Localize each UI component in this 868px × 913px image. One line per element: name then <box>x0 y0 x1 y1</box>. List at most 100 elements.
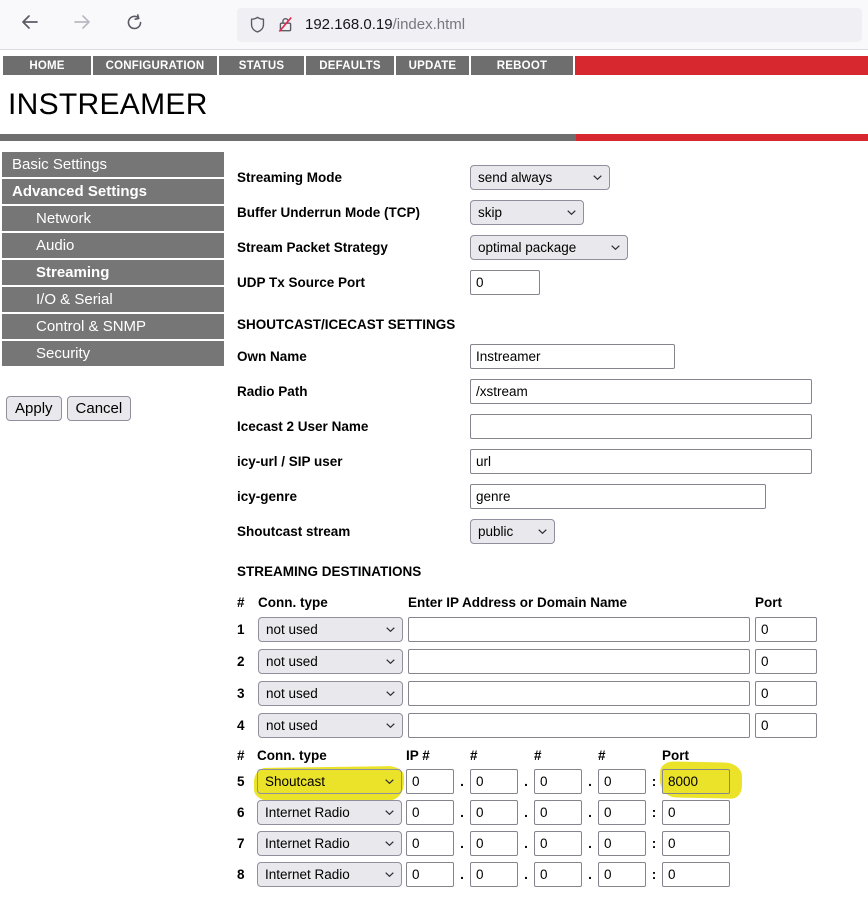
cancel-button[interactable]: Cancel <box>67 396 132 421</box>
highlighted-conn-type: Shoutcast <box>257 769 402 794</box>
shoutcast-stream-select[interactable]: public <box>470 519 555 544</box>
dest-row-number: 3 <box>237 686 253 701</box>
dest-row-number: 6 <box>237 805 253 820</box>
icy-genre-input[interactable] <box>470 484 766 509</box>
dest7-ip-octet2-input[interactable] <box>470 831 518 856</box>
nav-tab-configuration[interactable]: CONFIGURATION <box>93 56 217 75</box>
port-colon-separator: : <box>650 836 658 851</box>
sidebar-item-advanced-settings[interactable]: Advanced Settings <box>2 179 224 204</box>
dest5-conn-type-select[interactable]: Shoutcast <box>257 769 402 794</box>
streaming-mode-select[interactable]: send always <box>470 165 610 190</box>
sidebar-item-security[interactable]: Security <box>2 341 224 366</box>
nav-tab-update[interactable]: UPDATE <box>396 56 469 75</box>
dest1-address-input[interactable] <box>408 617 750 642</box>
dest7-ip-octet3-input[interactable] <box>534 831 582 856</box>
form-row-streaming-mode: Streaming Mode send always <box>237 165 868 190</box>
col-header-ip4: # <box>598 748 646 763</box>
dest5-port-input[interactable] <box>662 769 730 794</box>
shield-icon[interactable] <box>249 16 266 33</box>
dest6-ip-octet3-input[interactable] <box>534 800 582 825</box>
udp-tx-port-input[interactable] <box>470 270 540 295</box>
icecast-user-input[interactable] <box>470 414 812 439</box>
streaming-destinations-heading: STREAMING DESTINATIONS <box>237 564 868 579</box>
url-bar[interactable]: 192.168.0.19/index.html <box>237 8 862 42</box>
dest7-ip-octet4-input[interactable] <box>598 831 646 856</box>
dest5-ip-octet2-input[interactable] <box>470 769 518 794</box>
packet-strategy-label: Stream Packet Strategy <box>237 240 470 255</box>
radio-path-label: Radio Path <box>237 384 470 399</box>
dest6-conn-type-select[interactable]: Internet Radio <box>257 800 402 825</box>
dest2-address-input[interactable] <box>408 649 750 674</box>
dest6-ip-octet2-input[interactable] <box>470 800 518 825</box>
back-button[interactable] <box>16 11 44 39</box>
dest2-conn-type-select[interactable]: not used <box>258 649 403 674</box>
url-host: 192.168.0.19 <box>305 16 393 33</box>
ip-dot-separator: . <box>458 836 466 851</box>
sidebar: Basic Settings Advanced Settings Network… <box>2 152 224 887</box>
insecure-lock-icon[interactable] <box>277 16 294 33</box>
dest6-ip-octet4-input[interactable] <box>598 800 646 825</box>
nav-tab-reboot[interactable]: REBOOT <box>471 56 573 75</box>
apply-button[interactable]: Apply <box>6 396 62 421</box>
sidebar-item-network[interactable]: Network <box>2 206 224 231</box>
ip-dot-separator: . <box>522 774 530 789</box>
nav-tab-home[interactable]: HOME <box>3 56 91 75</box>
icecast-user-label: Icecast 2 User Name <box>237 419 470 434</box>
sidebar-item-basic-settings[interactable]: Basic Settings <box>2 152 224 177</box>
divider-red-segment <box>576 134 868 141</box>
nav-tab-defaults[interactable]: DEFAULTS <box>306 56 394 75</box>
packet-strategy-select[interactable]: optimal package <box>470 235 628 260</box>
sidebar-item-streaming[interactable]: Streaming <box>2 260 224 285</box>
dest4-address-input[interactable] <box>408 713 750 738</box>
port-colon-separator: : <box>650 805 658 820</box>
dest7-port-input[interactable] <box>662 831 730 856</box>
navbar-red-filler <box>575 56 868 75</box>
main-form: Streaming Mode send always Buffer Underr… <box>237 152 868 887</box>
dest5-ip-octet1-input[interactable] <box>406 769 454 794</box>
dest8-ip-octet1-input[interactable] <box>406 862 454 887</box>
dest-row-number: 1 <box>237 622 253 637</box>
dest5-ip-octet4-input[interactable] <box>598 769 646 794</box>
icy-url-input[interactable] <box>470 449 812 474</box>
sidebar-item-io-serial[interactable]: I/O & Serial <box>2 287 224 312</box>
form-row-own-name: Own Name <box>237 344 868 369</box>
dest8-ip-octet2-input[interactable] <box>470 862 518 887</box>
ip-dot-separator: . <box>586 805 594 820</box>
col-header-conn-type: Conn. type <box>258 595 403 610</box>
dest6-port-input[interactable] <box>662 800 730 825</box>
dest4-port-input[interactable] <box>755 713 817 738</box>
dest3-conn-type-select[interactable]: not used <box>258 681 403 706</box>
dest3-port-input[interactable] <box>755 681 817 706</box>
ip-dot-separator: . <box>586 836 594 851</box>
ip-dot-separator: . <box>522 805 530 820</box>
destinations-table-ip: # Conn. type IP # # # # Port 5 Shoutcast… <box>237 748 868 887</box>
dest1-conn-type-select[interactable]: not used <box>258 617 403 642</box>
reload-button[interactable] <box>120 11 148 39</box>
col-header-num: # <box>237 595 253 610</box>
dest5-ip-octet3-input[interactable] <box>534 769 582 794</box>
dest2-port-input[interactable] <box>755 649 817 674</box>
radio-path-input[interactable] <box>470 379 812 404</box>
dest4-conn-type-select[interactable]: not used <box>258 713 403 738</box>
dest8-ip-octet3-input[interactable] <box>534 862 582 887</box>
sidebar-item-audio[interactable]: Audio <box>2 233 224 258</box>
dest8-ip-octet4-input[interactable] <box>598 862 646 887</box>
dest6-ip-octet1-input[interactable] <box>406 800 454 825</box>
sidebar-item-control-snmp[interactable]: Control & SNMP <box>2 314 224 339</box>
nav-tab-status[interactable]: STATUS <box>219 56 304 75</box>
dest3-address-input[interactable] <box>408 681 750 706</box>
dest1-port-input[interactable] <box>755 617 817 642</box>
dest8-conn-type-select[interactable]: Internet Radio <box>257 862 402 887</box>
col-header-port: Port <box>755 595 817 610</box>
own-name-input[interactable] <box>470 344 675 369</box>
url-path: /index.html <box>393 16 466 33</box>
dest7-ip-octet1-input[interactable] <box>406 831 454 856</box>
dest-row-number: 2 <box>237 654 253 669</box>
buffer-underrun-select[interactable]: skip <box>470 200 584 225</box>
dest8-port-input[interactable] <box>662 862 730 887</box>
forward-button[interactable] <box>68 11 96 39</box>
ip-dot-separator: . <box>458 805 466 820</box>
divider-gray-segment <box>0 134 576 141</box>
shoutcast-stream-label: Shoutcast stream <box>237 524 470 539</box>
dest7-conn-type-select[interactable]: Internet Radio <box>257 831 402 856</box>
